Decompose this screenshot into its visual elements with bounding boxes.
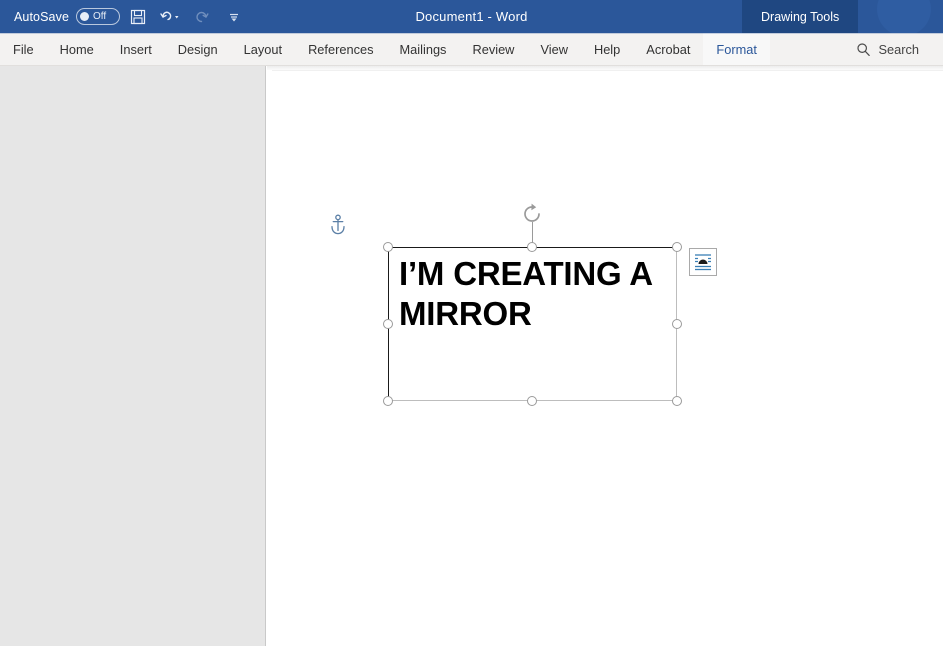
tab-acrobat[interactable]: Acrobat	[633, 33, 703, 65]
save-icon	[130, 9, 146, 25]
search-field[interactable]: Search	[856, 42, 919, 57]
tab-insert[interactable]: Insert	[107, 33, 165, 65]
quick-access-toolbar: AutoSave Off	[0, 4, 248, 30]
tab-review[interactable]: Review	[459, 33, 527, 65]
tab-format[interactable]: Format	[703, 33, 770, 65]
tab-references[interactable]: References	[295, 33, 386, 65]
undo-button[interactable]	[156, 4, 184, 30]
tab-mailings[interactable]: Mailings	[387, 33, 460, 65]
textbox-text[interactable]: I’M CREATING A MIRROR	[399, 254, 667, 333]
resize-handle-bottom-right[interactable]	[672, 396, 682, 406]
resize-handle-bottom-left[interactable]	[383, 396, 393, 406]
word-window: AutoSave Off Document1 - Word Drawing To…	[0, 0, 943, 646]
redo-button	[188, 4, 216, 30]
tab-design[interactable]: Design	[165, 33, 231, 65]
customize-quick-access-icon	[227, 10, 241, 24]
layout-options-button[interactable]	[689, 248, 717, 276]
resize-handle-top-left[interactable]	[383, 242, 393, 252]
resize-handle-middle-left[interactable]	[383, 319, 393, 329]
search-icon	[856, 42, 871, 57]
customize-quick-access-button[interactable]	[220, 4, 248, 30]
save-button[interactable]	[124, 4, 152, 30]
object-anchor-icon	[329, 214, 347, 236]
titlebar-decoration-circle	[877, 0, 931, 33]
contextual-tab-title: Drawing Tools	[742, 0, 859, 33]
left-side-panel	[0, 66, 266, 646]
tab-layout[interactable]: Layout	[231, 33, 295, 65]
layout-options-icon	[692, 251, 714, 273]
tab-file[interactable]: File	[0, 33, 47, 65]
selected-textbox[interactable]: I’M CREATING A MIRROR	[383, 203, 682, 406]
tab-home[interactable]: Home	[47, 33, 107, 65]
tab-view[interactable]: View	[527, 33, 581, 65]
rotate-icon[interactable]	[520, 201, 546, 227]
ribbon-tab-bar: File Home Insert Design Layout Reference…	[0, 33, 943, 66]
search-label: Search	[878, 41, 919, 57]
autosave-state-label: Off	[93, 10, 107, 22]
document-workspace: I’M CREATING A MIRROR	[0, 66, 943, 646]
resize-handle-top-right[interactable]	[672, 242, 682, 252]
autosave-toggle-knob	[80, 12, 90, 21]
resize-handle-top-center[interactable]	[527, 242, 537, 252]
resize-handle-middle-right[interactable]	[672, 319, 682, 329]
title-bar: AutoSave Off Document1 - Word Drawing To…	[0, 0, 943, 33]
redo-icon	[194, 9, 210, 25]
undo-icon	[159, 9, 181, 25]
resize-handle-bottom-center[interactable]	[527, 396, 537, 406]
page-inner-line	[272, 70, 943, 71]
autosave-toggle[interactable]: Off	[76, 8, 121, 25]
tab-help[interactable]: Help	[581, 33, 633, 65]
autosave-label: AutoSave	[14, 9, 70, 24]
